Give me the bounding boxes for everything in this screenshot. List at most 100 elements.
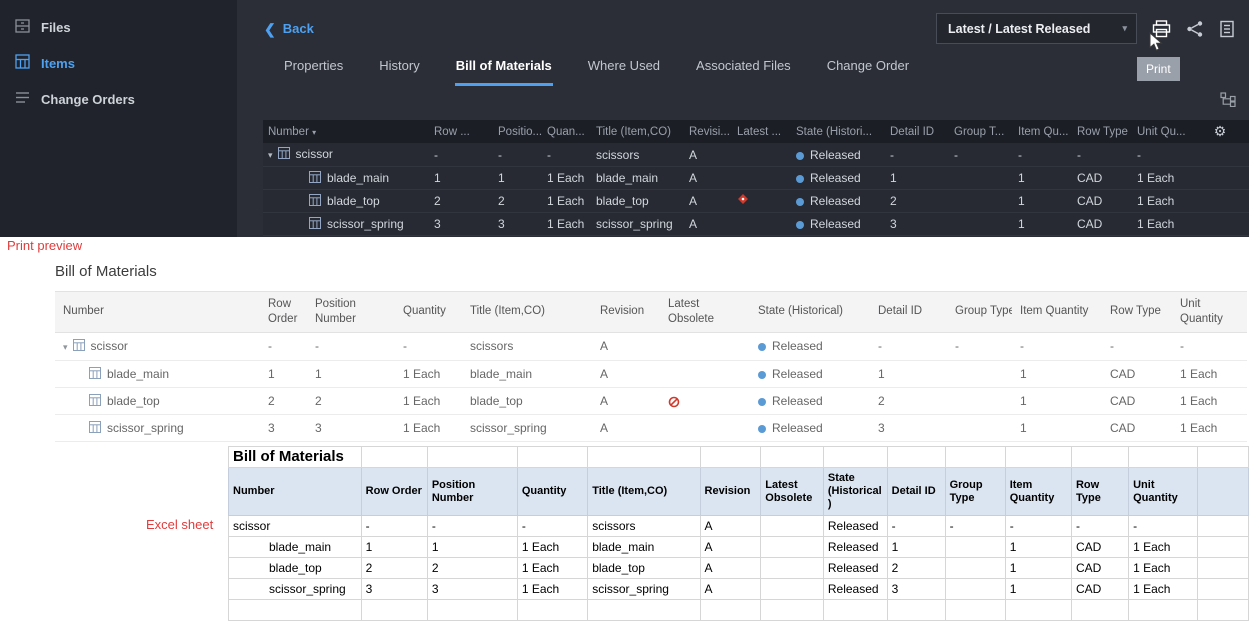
obsolete-icon — [668, 394, 680, 408]
cell-detail-id: 1 — [886, 536, 946, 558]
bom-table-excel: Bill of Materials Number Row Order Posit… — [228, 446, 1249, 621]
column-header-position-number: Position Number — [426, 467, 518, 516]
column-header-latest-obsolete[interactable]: Latest ... — [732, 120, 791, 143]
mouse-cursor — [1149, 31, 1164, 58]
cell-revision: A — [684, 212, 732, 236]
report-button[interactable] — [1219, 20, 1235, 38]
sidebar-item-files[interactable]: Files — [0, 10, 237, 45]
item-icon — [309, 217, 327, 231]
column-header-revision[interactable]: Revisi... — [684, 120, 732, 143]
bom-table-print-preview: Number Row Order Position Number Quantit… — [55, 291, 1247, 442]
share-button[interactable] — [1186, 20, 1204, 38]
cell-row-type: CAD — [1070, 557, 1130, 579]
cell-number: ▾ scissor — [55, 332, 260, 361]
tab-where-used[interactable]: Where Used — [587, 50, 661, 86]
row-number-label: blade_top — [107, 393, 160, 408]
tab-bill-of-materials[interactable]: Bill of Materials — [454, 50, 553, 86]
column-header-group-type[interactable]: Group T... — [949, 120, 1013, 143]
item-detail-panel: ❮ Back Latest / Latest Released ▾ Print … — [237, 0, 1249, 237]
cell-position: 3 — [426, 578, 518, 600]
cell-row-order: 3 — [360, 578, 428, 600]
tab-associated-files[interactable]: Associated Files — [695, 50, 792, 86]
column-header-number[interactable]: Number ▾ — [263, 120, 429, 143]
bom-row-blade-main[interactable]: blade_main 1 1 1 Each blade_main A Relea… — [263, 166, 1249, 190]
cell-latest-obsolete — [732, 189, 791, 213]
sort-desc-icon: ▾ — [312, 127, 317, 137]
cell-row-type: CAD — [1102, 414, 1172, 442]
cell-position: 1 — [307, 360, 395, 388]
sidebar-item-items[interactable]: Items — [0, 45, 237, 81]
column-header-position[interactable]: Positio... — [493, 120, 542, 143]
bom-row-scissor[interactable]: ▾ scissor - - - scissors A Released - - -… — [263, 143, 1249, 167]
back-button[interactable]: ❮ Back — [264, 21, 314, 36]
change-orders-icon — [15, 90, 30, 108]
column-header-item-quantity[interactable]: Item Qu... — [1013, 120, 1072, 143]
bom-row-blade-top: blade_top 2 2 1 Each blade_top A Release… — [55, 387, 1247, 415]
cell-unit-quantity: 1 Each — [1128, 557, 1198, 579]
released-status-icon — [796, 221, 804, 229]
excel-title: Bill of Materials — [233, 448, 344, 465]
cell-detail-id: - — [885, 143, 949, 167]
column-header-detail-id: Detail ID — [886, 467, 946, 516]
column-header-revision: Revision — [592, 291, 660, 333]
cell-revision: A — [699, 536, 762, 558]
cell-quantity: 1 Each — [516, 536, 589, 558]
cell-unit-quantity: 1 Each — [1128, 536, 1198, 558]
cell-unit-quantity: 1 Each — [1132, 189, 1191, 213]
column-header-state[interactable]: State (Histori... — [791, 120, 885, 143]
item-icon — [309, 194, 327, 208]
cell-quantity: - — [542, 143, 591, 167]
column-header-title[interactable]: Title (Item,CO) — [591, 120, 684, 143]
excel-sheet-section: Bill of Materials Number Row Order Posit… — [228, 446, 1249, 621]
plm-app: Files Items Change Orders ❮ Back Latest … — [0, 0, 1249, 237]
cell-latest-obsolete — [732, 212, 791, 236]
cell-actions — [1191, 189, 1249, 213]
hierarchy-view-icon[interactable] — [1220, 92, 1236, 112]
collapse-caret-icon[interactable]: ▾ — [268, 150, 273, 160]
cell-latest-obsolete — [760, 515, 824, 537]
cell-row-type: CAD — [1070, 536, 1130, 558]
cell-detail-id: 3 — [886, 578, 946, 600]
item-icon — [89, 393, 107, 408]
cell-item-quantity: - — [1012, 332, 1102, 361]
cell-row-order: 1 — [260, 360, 307, 388]
column-header-detail-id[interactable]: Detail ID — [885, 120, 949, 143]
bom-row-scissor-spring[interactable]: scissor_spring 3 3 1 Each scissor_spring… — [263, 212, 1249, 236]
cell-quantity: 1 Each — [542, 166, 591, 190]
cell-position: 1 — [493, 166, 542, 190]
bom-table-dark: Number ▾ Row ... Positio... Quan... Titl… — [263, 120, 1249, 236]
tab-properties[interactable]: Properties — [283, 50, 344, 86]
tab-change-order[interactable]: Change Order — [826, 50, 910, 86]
column-header-unit-quantity[interactable]: Unit Qu... — [1132, 120, 1191, 143]
cell-title: blade_top — [591, 189, 684, 213]
cell-position: 3 — [307, 414, 395, 442]
cell-row-type: - — [1072, 143, 1132, 167]
cell-state: Released — [750, 332, 870, 361]
cell-quantity: - — [395, 332, 462, 361]
cell-position: - — [426, 515, 518, 537]
released-status-icon — [758, 370, 766, 379]
cell-group-type — [949, 189, 1013, 213]
bom-row-blade-top[interactable]: blade_top 2 2 1 Each blade_top A Release… — [263, 189, 1249, 213]
tab-history[interactable]: History — [378, 50, 420, 86]
cell-number: blade_top — [55, 387, 260, 415]
cell-number: blade_top — [263, 189, 429, 213]
cell-revision: A — [684, 189, 732, 213]
excel-header-row: Number Row Order Position Number Quantit… — [228, 467, 1249, 516]
column-header-row-order[interactable]: Row ... — [429, 120, 493, 143]
cell-number: scissor — [228, 515, 362, 537]
cell-detail-id: 2 — [886, 557, 946, 579]
column-header-unit-quantity: Unit Quantity — [1172, 291, 1247, 333]
version-selector[interactable]: Latest / Latest Released ▾ — [936, 13, 1137, 44]
cell-latest-obsolete — [660, 360, 750, 388]
cell-latest-obsolete — [760, 557, 824, 579]
column-settings-button[interactable]: ⚙ — [1191, 120, 1249, 143]
column-header-row-type[interactable]: Row Type — [1072, 120, 1132, 143]
released-status-icon — [796, 198, 804, 206]
sidebar-item-change-orders[interactable]: Change Orders — [0, 81, 237, 117]
cell-actions — [1191, 166, 1249, 190]
obsolete-icon — [737, 194, 749, 208]
column-header-quantity[interactable]: Quan... — [542, 120, 591, 143]
cell-title: scissor_spring — [591, 212, 684, 236]
sidebar-item-label: Items — [41, 55, 75, 71]
